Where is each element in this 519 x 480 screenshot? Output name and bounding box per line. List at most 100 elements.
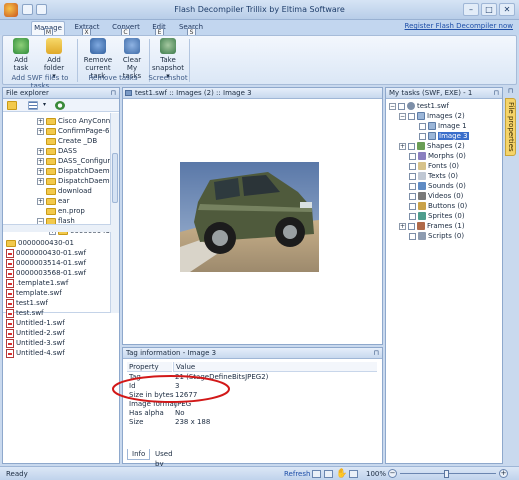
tree-item[interactable]: + DASS_Configurati: [37, 156, 115, 166]
tree-item-image-1[interactable]: Image 1: [419, 121, 467, 131]
tree-item-image-3[interactable]: Image 3: [419, 131, 469, 141]
actual-size-icon[interactable]: [324, 470, 333, 478]
tab-used-by[interactable]: Used by: [151, 449, 177, 468]
title-bar: Flash Decompiler Trillix by Eltima Softw…: [0, 0, 519, 20]
tree-item-category[interactable]: Videos (0): [409, 191, 463, 201]
file-properties-tab[interactable]: File properties: [505, 98, 516, 156]
breadcrumb: test1.swf :: Images (2) :: Image 3: [135, 89, 252, 97]
list-item[interactable]: test1.swf: [6, 298, 48, 308]
tree-item[interactable]: + ConfirmPage-6: [37, 126, 110, 136]
register-link[interactable]: Register Flash Decompiler now: [405, 22, 513, 30]
tree-item[interactable]: + ear: [37, 196, 69, 206]
tree-item[interactable]: Create _DB: [37, 136, 97, 146]
my-tasks-header: My tasks (SWF, EXE) - 1 ⊓: [386, 88, 502, 99]
red-ellipse-annotation: [112, 375, 230, 403]
tree-item-category[interactable]: Scripts (0): [409, 231, 464, 241]
list-item[interactable]: Untitled-2.swf: [6, 328, 65, 338]
tree-scrollbar[interactable]: [110, 113, 119, 313]
tree-item-category[interactable]: Sprites (0): [409, 211, 465, 221]
tree-item[interactable]: + DASS: [37, 146, 77, 156]
pin-icon[interactable]: ⊓: [374, 348, 379, 358]
minimize-button[interactable]: –: [463, 3, 479, 16]
add-folder-icon: [46, 38, 62, 54]
list-item[interactable]: template.swf: [6, 288, 62, 298]
list-item[interactable]: 0000003514-01.swf: [6, 258, 86, 268]
tree-item[interactable]: en.prop: [37, 206, 85, 216]
image-preview: [180, 162, 319, 272]
group-divider: [189, 39, 190, 82]
list-item[interactable]: Untitled-1.swf: [6, 318, 65, 328]
tree-item-category[interactable]: Buttons (0): [409, 201, 467, 211]
morphs-icon: [418, 152, 426, 160]
frames-icon: [417, 222, 425, 230]
tree-item[interactable]: +DispatchDaemon_: [37, 166, 115, 176]
zoom-tool-icon[interactable]: [349, 470, 358, 478]
image-icon: [125, 90, 132, 96]
column-header-value: Value: [173, 362, 377, 372]
shapes-icon: [417, 142, 425, 150]
refresh-icon[interactable]: [55, 101, 65, 110]
tag-info-header: Tag information - Image 3 ⊓: [123, 348, 382, 359]
image-icon: [428, 132, 436, 140]
tree-hscrollbar[interactable]: [3, 224, 111, 232]
hand-tool-icon[interactable]: ✋: [336, 469, 347, 479]
task-root[interactable]: − test1.swf: [389, 101, 449, 111]
clear-tasks-icon: [124, 38, 140, 54]
file-properties-label: File properties: [507, 102, 515, 152]
table-cell-property: Has alpha: [129, 409, 164, 417]
sidebar-pin-icon[interactable]: ⊓: [505, 87, 516, 96]
tree-item-category[interactable]: Morphs (0): [409, 151, 466, 161]
remove-label-1: Remove: [83, 56, 113, 64]
clear-label-1: Clear: [122, 56, 142, 64]
open-folder-icon[interactable]: [7, 101, 17, 110]
tree-item-images[interactable]: − Images (2): [399, 111, 465, 121]
scripts-icon: [418, 232, 426, 240]
tree-item[interactable]: + Cisco AnyConnect: [37, 116, 115, 126]
list-item[interactable]: test.swf: [6, 308, 44, 318]
tree-item-category[interactable]: + Frames (1): [399, 221, 465, 231]
refresh-button[interactable]: Refresh: [284, 470, 310, 478]
image-viewer-panel: test1.swf :: Images (2) :: Image 3: [122, 87, 383, 345]
maximize-button[interactable]: □: [481, 3, 497, 16]
camera-icon: [160, 38, 176, 54]
list-item[interactable]: 0000003568-01.swf: [6, 268, 86, 278]
suv-photo-image: [180, 162, 319, 272]
zoom-out-icon[interactable]: −: [388, 469, 397, 478]
list-item[interactable]: 0000000430-01: [6, 238, 74, 248]
add-folder-label: Add folder: [43, 56, 65, 72]
group-screenshot-label: Screenshot: [148, 74, 188, 82]
tree-item-category[interactable]: Sounds (0): [409, 181, 466, 191]
fit-icon[interactable]: [312, 470, 321, 478]
zoom-in-icon[interactable]: +: [499, 469, 508, 478]
list-item[interactable]: Untitled-4.swf: [6, 348, 65, 358]
column-header-property: Property: [127, 362, 172, 372]
fonts-icon: [418, 162, 426, 170]
tab-info[interactable]: Info: [127, 449, 151, 460]
zoom-slider-thumb[interactable]: [444, 470, 449, 478]
add-task-button[interactable]: Add task: [7, 38, 35, 72]
tree-item[interactable]: download: [37, 186, 92, 196]
pin-icon[interactable]: ⊓: [494, 88, 499, 98]
scroll-thumb[interactable]: [112, 153, 118, 203]
tree-item[interactable]: +DispatchDaemon_: [37, 176, 115, 186]
close-button[interactable]: ✕: [499, 3, 515, 16]
snapshot-label-2: snapshot: [152, 64, 184, 72]
list-item[interactable]: Untitled-3.swf: [6, 338, 65, 348]
list-item[interactable]: .template1.swf: [6, 278, 68, 288]
view-list-icon[interactable]: [28, 101, 38, 110]
group-remove-label: Remove tasks: [88, 74, 138, 82]
pin-icon[interactable]: ⊓: [111, 88, 116, 98]
swf-file-icon: [407, 102, 415, 110]
tag-info-panel: Tag information - Image 3 ⊓ Property Val…: [112, 347, 383, 468]
buttons-icon: [418, 202, 426, 210]
status-text: Ready: [6, 470, 28, 478]
group-divider: [77, 39, 78, 82]
list-item[interactable]: 0000000430-01.swf: [6, 248, 86, 258]
tree-item-category[interactable]: Fonts (0): [409, 161, 459, 171]
my-tasks-title: My tasks (SWF, EXE) - 1: [389, 89, 473, 97]
tree-item-category[interactable]: + Shapes (2): [399, 141, 465, 151]
snapshot-label-1: Take: [160, 56, 176, 64]
tree-item-category[interactable]: Texts (0): [409, 171, 458, 181]
view-dropdown-icon[interactable]: ▾: [43, 101, 49, 110]
table-cell-property: Size: [129, 418, 144, 426]
